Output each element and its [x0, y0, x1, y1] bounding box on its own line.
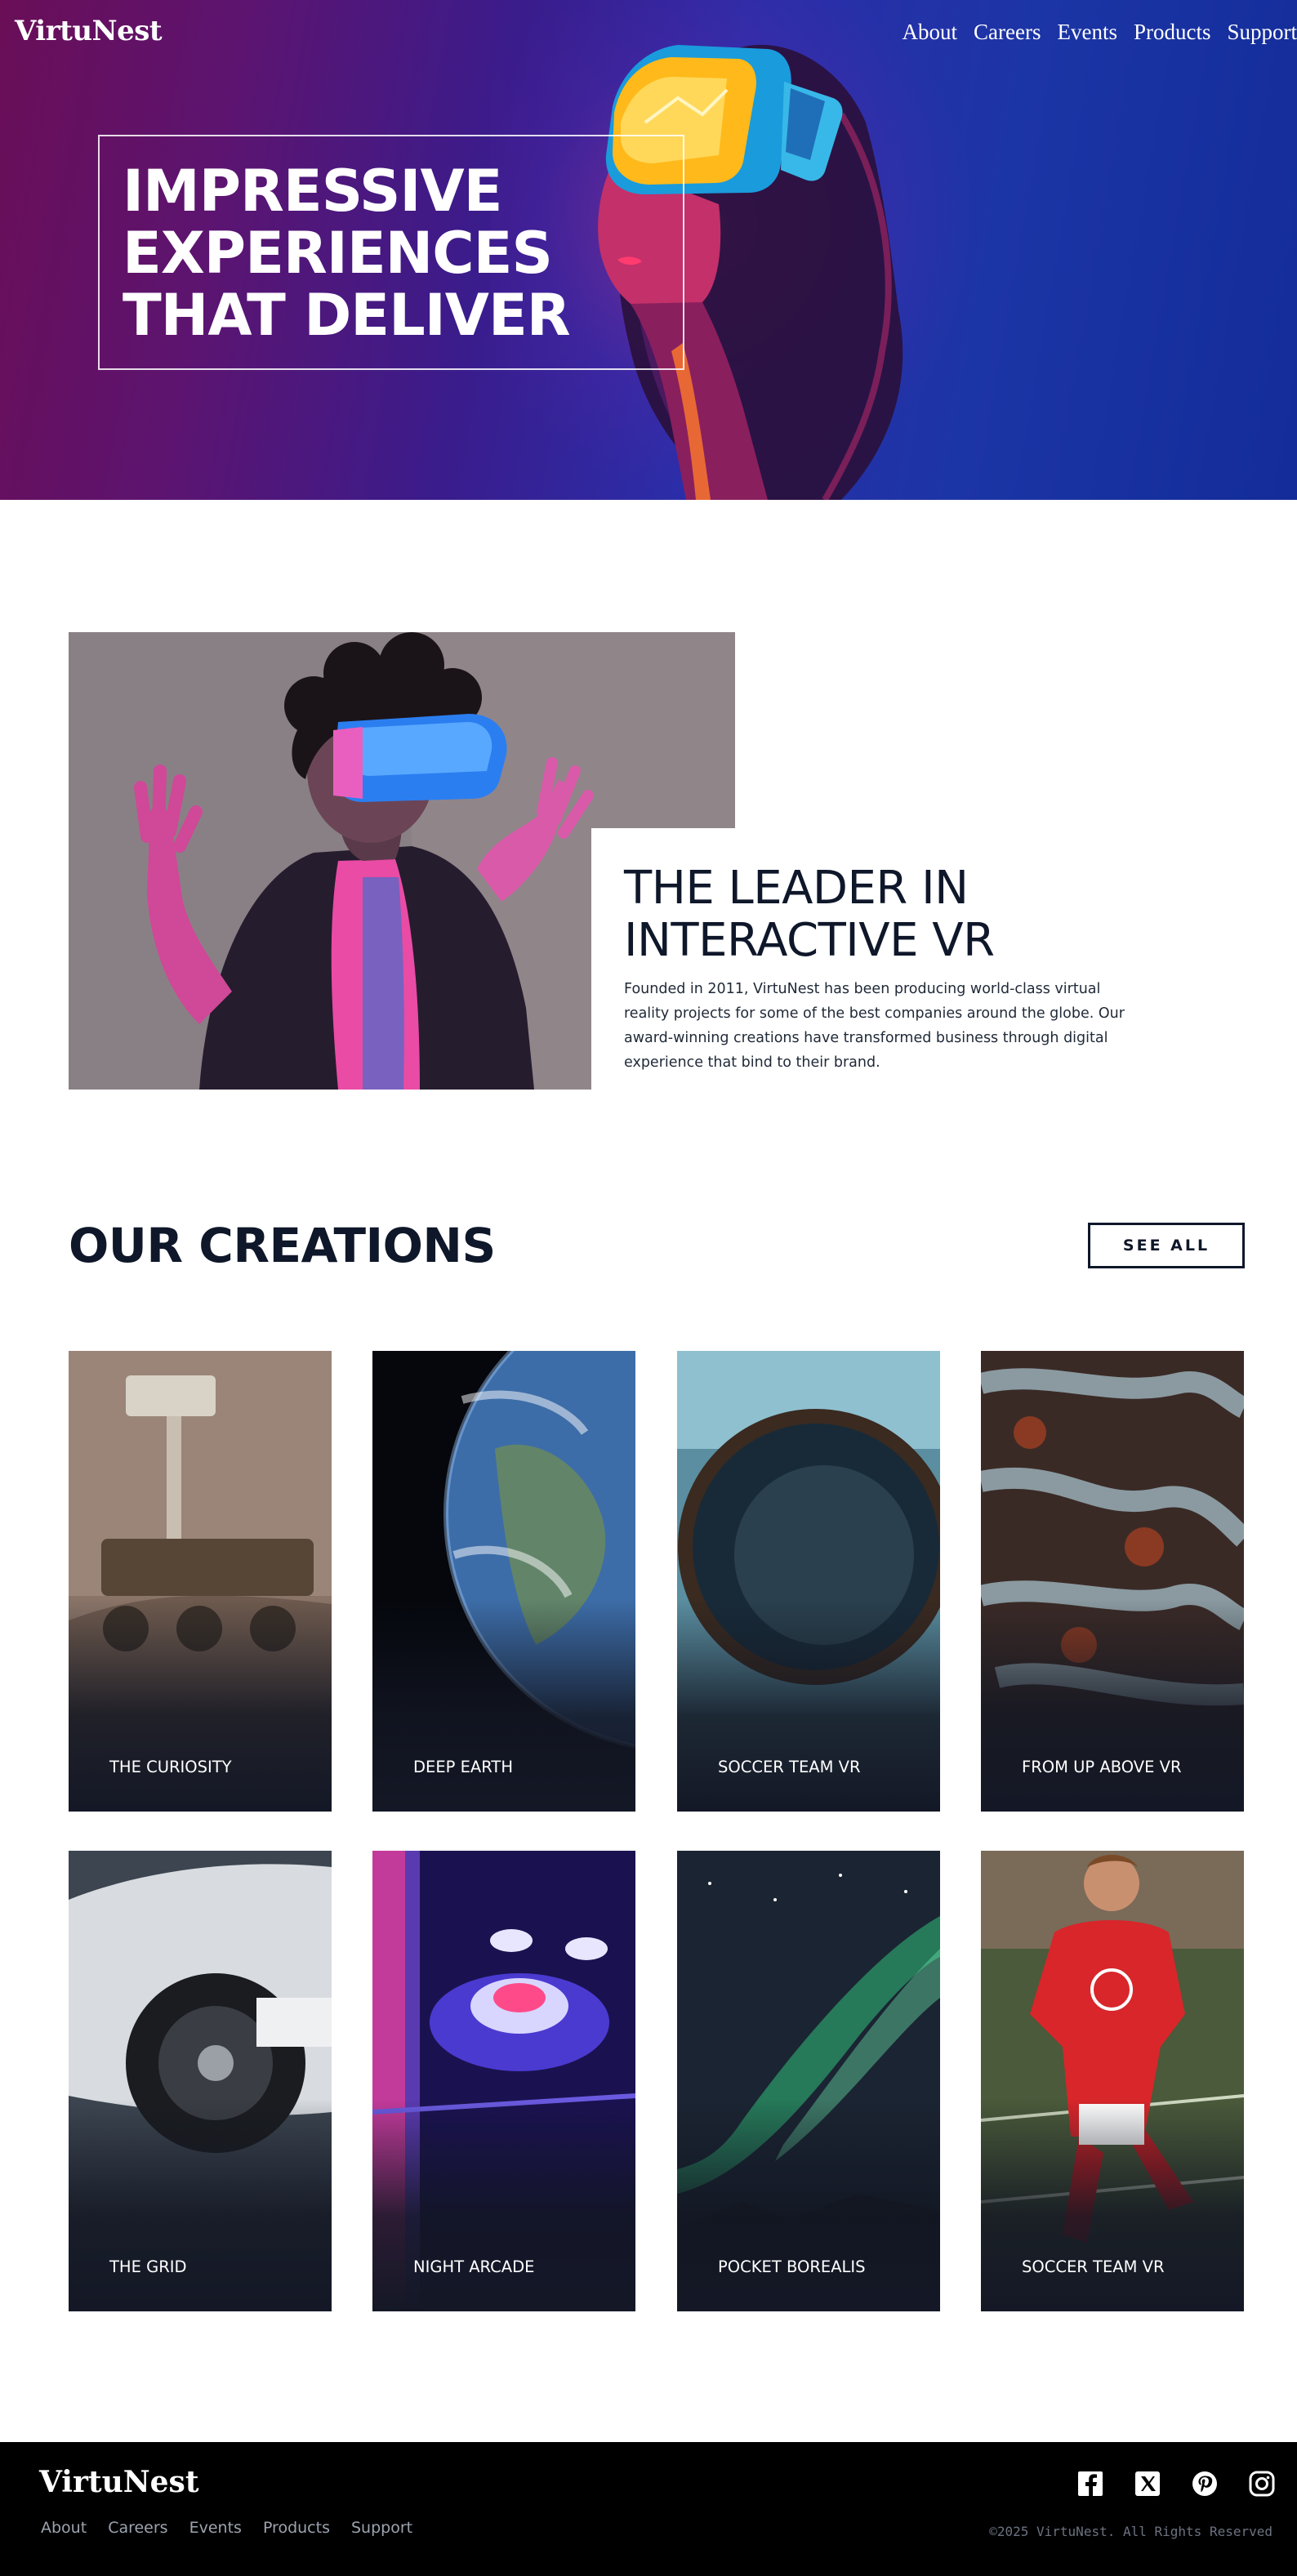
footer-link-products[interactable]: Products [263, 2519, 330, 2537]
hero-banner: VirtuNest About Careers Events Products … [0, 0, 1297, 500]
card-shade [372, 1599, 635, 1812]
creation-card-soccer-team-vr[interactable]: SOCCER TEAM VR [677, 1351, 940, 1812]
about-title-line: INTERACTIVE VR [624, 914, 995, 967]
nav-products[interactable]: Products [1134, 20, 1211, 45]
footer-brand-logo[interactable]: VirtuNest [39, 2465, 198, 2499]
creation-card-the-curiosity[interactable]: THE CURIOSITY [69, 1351, 332, 1812]
about-description: Founded in 2011, VirtuNest has been prod… [624, 981, 1125, 1071]
creations-title: OUR CREATIONS [69, 1218, 496, 1273]
creation-label: NIGHT ARCADE [413, 2257, 535, 2276]
creation-label: DEEP EARTH [413, 1758, 513, 1776]
site-footer: VirtuNest About Careers Events Products … [0, 2442, 1297, 2576]
creation-card-from-up-above-vr[interactable]: FROM UP ABOVE VR [981, 1351, 1244, 1812]
see-all-button[interactable]: SEE ALL [1088, 1223, 1245, 1268]
x-icon[interactable] [1134, 2470, 1161, 2498]
creation-label: SOCCER TEAM VR [1022, 2257, 1165, 2276]
card-shade [677, 1599, 940, 1812]
creation-label: FROM UP ABOVE VR [1022, 1758, 1182, 1776]
main-nav: About Careers Events Products Support [903, 20, 1297, 45]
facebook-icon[interactable] [1076, 2470, 1104, 2498]
creation-card-the-grid[interactable]: THE GRID [69, 1851, 332, 2311]
footer-link-support[interactable]: Support [351, 2519, 412, 2537]
nav-events[interactable]: Events [1057, 20, 1117, 45]
creation-card-soccer-team-vr-2[interactable]: SOCCER TEAM VR [981, 1851, 1244, 2311]
pinterest-icon[interactable] [1191, 2470, 1219, 2498]
creation-label: THE CURIOSITY [109, 1758, 232, 1776]
card-shade [372, 2099, 635, 2311]
about-title: THE LEADER IN INTERACTIVE VR [624, 862, 1130, 967]
creation-label: SOCCER TEAM VR [718, 1758, 861, 1776]
creation-card-deep-earth[interactable]: DEEP EARTH [372, 1351, 635, 1812]
about-title-line: THE LEADER IN [624, 862, 969, 915]
copyright-text: ©2025 VirtuNest. All Rights Reserved [989, 2524, 1272, 2539]
card-shade [69, 1599, 332, 1812]
social-links [1076, 2470, 1276, 2498]
hero-title-line: THAT DELIVER [123, 282, 571, 349]
instagram-icon[interactable] [1248, 2470, 1276, 2498]
card-shade [677, 2099, 940, 2311]
footer-link-careers[interactable]: Careers [108, 2519, 167, 2537]
footer-nav: About Careers Events Products Support [41, 2519, 412, 2537]
hero-title-line: EXPERIENCES [123, 220, 553, 287]
nav-about[interactable]: About [903, 20, 958, 45]
nav-careers[interactable]: Careers [974, 20, 1041, 45]
hero-title-line: IMPRESSIVE [123, 158, 502, 225]
creation-card-pocket-borealis[interactable]: POCKET BOREALIS [677, 1851, 940, 2311]
card-shade [69, 2099, 332, 2311]
hero-title: IMPRESSIVE EXPERIENCES THAT DELIVER [123, 160, 580, 346]
creation-label: THE GRID [109, 2257, 187, 2276]
footer-link-about[interactable]: About [41, 2519, 87, 2537]
card-shade [981, 2099, 1244, 2311]
creation-label: POCKET BOREALIS [718, 2257, 866, 2276]
creation-card-night-arcade[interactable]: NIGHT ARCADE [372, 1851, 635, 2311]
footer-link-events[interactable]: Events [189, 2519, 242, 2537]
card-shade [981, 1599, 1244, 1812]
brand-logo[interactable]: VirtuNest [15, 15, 163, 47]
nav-support[interactable]: Support [1227, 20, 1297, 45]
